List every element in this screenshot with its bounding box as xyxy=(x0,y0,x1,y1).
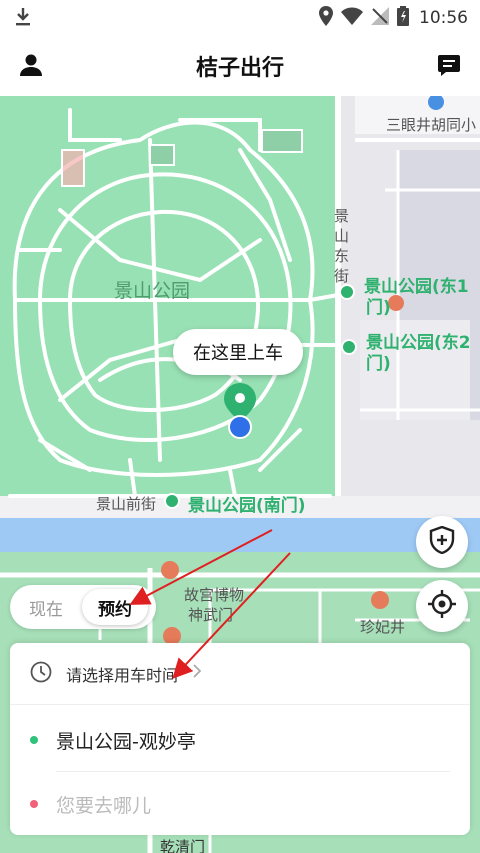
destination-input[interactable]: 您要去哪儿 xyxy=(56,791,151,818)
map-label-museum: 故宫博物 xyxy=(184,586,245,604)
map-label-east-gate-1b: 门) xyxy=(366,298,391,318)
map-label-south-gate: 景山公园(南门) xyxy=(188,496,306,516)
origin-row[interactable]: 景山公园-观妙亭 xyxy=(10,709,470,771)
pickup-bubble: 在这里上车 xyxy=(173,329,303,375)
map-label-jingshan-east-street: 景山东街 xyxy=(334,207,350,285)
app-title: 桔子出行 xyxy=(195,56,284,81)
locate-icon xyxy=(427,589,457,623)
signal-icon xyxy=(371,7,389,29)
map-label-hutong: 三眼井胡同小 xyxy=(386,116,477,134)
select-time-label: 请选择用车时间 xyxy=(66,665,179,685)
destination-row[interactable]: 您要去哪儿 xyxy=(10,775,470,833)
download-icon xyxy=(14,7,32,31)
time-mode-toggle: 现在 预约 xyxy=(10,585,156,629)
select-time-row[interactable]: 请选择用车时间 xyxy=(10,643,470,705)
origin-dot xyxy=(30,736,38,744)
clock-icon xyxy=(30,661,52,687)
locate-button[interactable] xyxy=(416,580,468,632)
toggle-reserve[interactable]: 预约 xyxy=(82,589,148,625)
status-time: 10:56 xyxy=(419,8,468,28)
app-header: 桔子出行 xyxy=(0,34,480,96)
trip-card: 请选择用车时间 景山公园-观妙亭 您要去哪儿 xyxy=(10,643,470,835)
safety-button[interactable] xyxy=(416,516,468,568)
status-bar: 10:56 xyxy=(0,0,480,34)
location-icon xyxy=(319,6,333,30)
destination-dot xyxy=(30,800,38,808)
wifi-icon xyxy=(341,7,363,29)
map-label-park: 景山公园 xyxy=(114,280,191,302)
map-label-zhenfei-well: 珍妃井 xyxy=(360,618,406,636)
map-label-shenwumen: 神武门 xyxy=(188,606,234,624)
battery-icon xyxy=(397,6,409,30)
map-pin-icon xyxy=(224,383,256,443)
map-label-east-gate-2b: 门) xyxy=(366,354,391,374)
map-label-qianqingmen: 乾清门 xyxy=(160,838,206,853)
origin-label: 景山公园-观妙亭 xyxy=(56,730,196,753)
shield-plus-icon xyxy=(429,525,455,558)
map-label-jingshan-front-street: 景山前街 xyxy=(96,495,157,513)
divider xyxy=(56,771,450,772)
chevron-right-icon xyxy=(192,663,202,684)
toggle-now[interactable]: 现在 xyxy=(10,595,82,620)
message-icon[interactable] xyxy=(434,50,464,80)
